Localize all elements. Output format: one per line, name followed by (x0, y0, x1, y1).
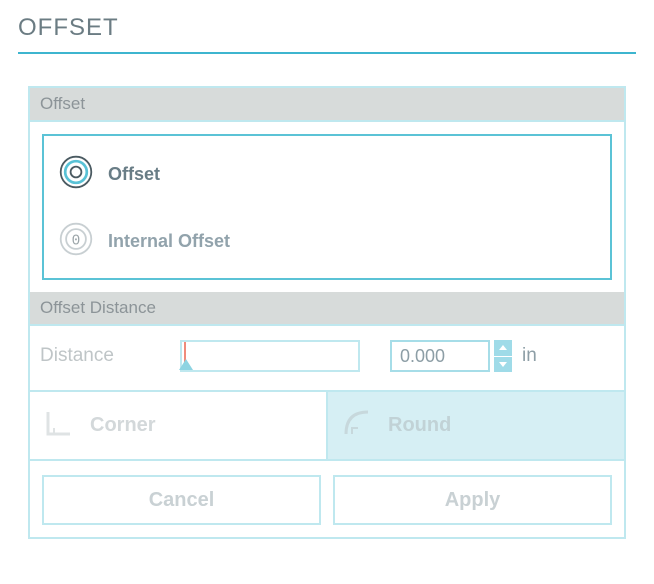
apply-button[interactable]: Apply (333, 475, 612, 525)
offset-section-body: Offset 0 Internal Offset (30, 122, 624, 292)
page-title: OFFSET (18, 14, 636, 54)
corner-button-round-label: Round (388, 414, 451, 437)
distance-row: Distance 0.000 in (30, 326, 624, 390)
corner-row: Corner Round (30, 390, 624, 461)
distance-stepper (494, 340, 512, 372)
corner-button-corner[interactable]: Corner (30, 392, 326, 459)
option-internal-offset[interactable]: 0 Internal Offset (58, 221, 596, 262)
section-header-distance: Offset Distance (30, 292, 624, 326)
offset-type-box: Offset 0 Internal Offset (42, 134, 612, 280)
distance-value-input[interactable]: 0.000 (390, 340, 490, 372)
corner-button-round[interactable]: Round (326, 392, 624, 459)
corner-button-corner-label: Corner (90, 414, 156, 437)
offset-panel: Offset Offset 0 (28, 86, 626, 539)
stepper-up[interactable] (494, 340, 512, 356)
svg-text:0: 0 (72, 233, 81, 249)
corner-square-icon (42, 406, 76, 445)
chevron-down-icon (499, 362, 507, 367)
internal-offset-icon: 0 (58, 221, 94, 262)
distance-label: Distance (40, 345, 180, 367)
option-internal-offset-label: Internal Offset (108, 231, 230, 252)
corner-round-icon (340, 406, 374, 445)
distance-slider[interactable] (180, 340, 360, 372)
cancel-button[interactable]: Cancel (42, 475, 321, 525)
offset-icon (58, 154, 94, 195)
distance-unit: in (522, 345, 537, 367)
actions-row: Cancel Apply (30, 461, 624, 537)
option-offset[interactable]: Offset (58, 154, 596, 195)
chevron-up-icon (499, 345, 507, 350)
option-offset-label: Offset (108, 164, 160, 185)
stepper-down[interactable] (494, 357, 512, 373)
slider-handle[interactable] (179, 359, 193, 370)
section-header-offset: Offset (30, 88, 624, 122)
